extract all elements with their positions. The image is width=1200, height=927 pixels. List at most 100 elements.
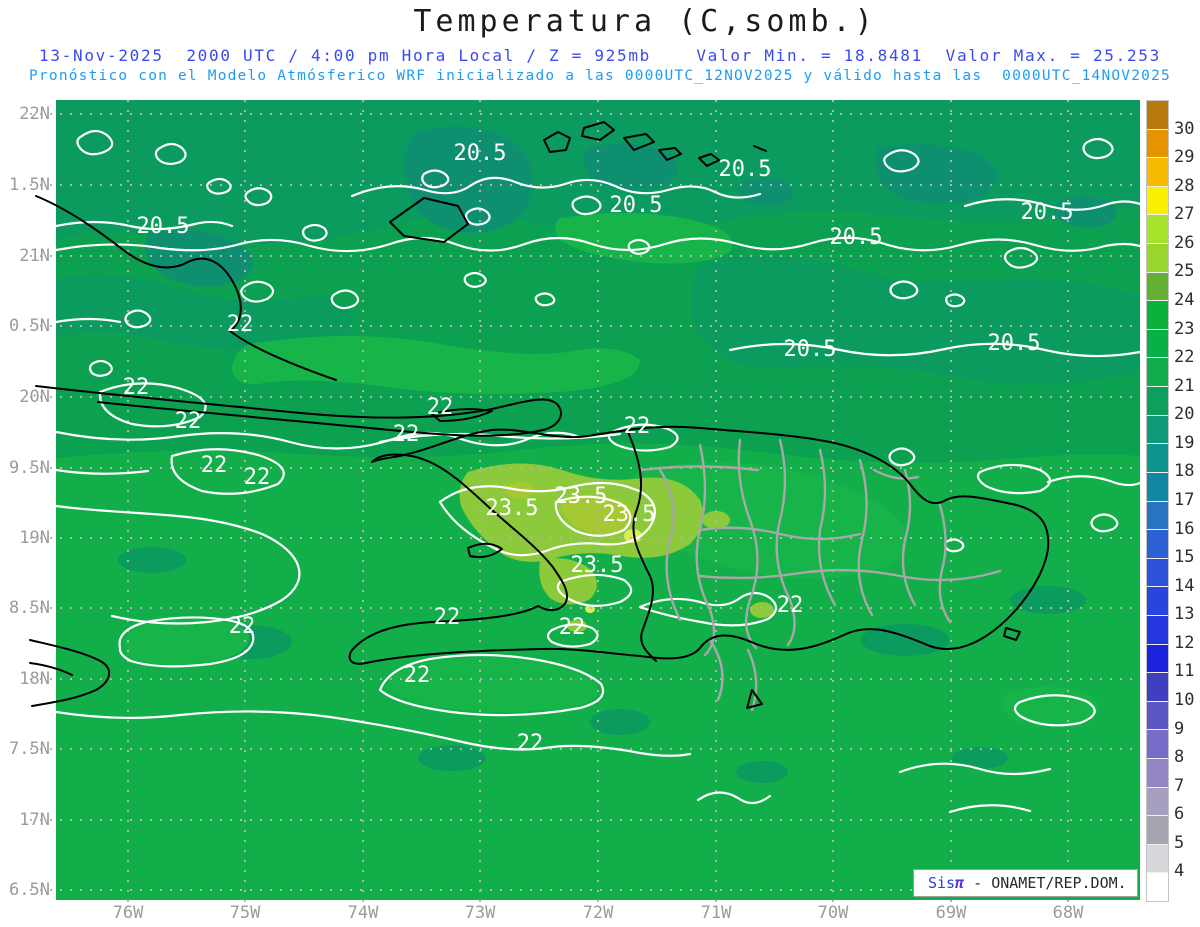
colorbar-swatches	[1146, 100, 1169, 902]
colorbar-tick-label: 10	[1174, 690, 1195, 710]
colorbar-swatch	[1147, 644, 1168, 674]
colorbar-tick-label: 23	[1174, 318, 1195, 339]
contour-label: 22	[559, 615, 586, 640]
colorbar-swatch	[1147, 530, 1168, 559]
credit-sis: Sis	[928, 874, 956, 892]
colorbar-swatch	[1147, 358, 1168, 388]
lon-tick-label: 74W	[347, 903, 379, 923]
colorbar-swatch	[1147, 501, 1168, 531]
colorbar-tick-label: 20	[1174, 404, 1195, 425]
colorbar-tick-label: 6	[1174, 804, 1185, 825]
lon-tick-label: 73W	[464, 903, 496, 923]
colorbar-tick-label: 9	[1174, 718, 1185, 739]
contour-label: 20.5	[719, 157, 772, 182]
contour-label: 22	[517, 731, 544, 756]
contour-label: 23.5	[571, 553, 624, 578]
credit-text: - ONAMET/REP.DOM.	[964, 874, 1127, 892]
colorbar-swatch	[1147, 244, 1168, 273]
weather-map-page: Temperatura (C,somb.) 13-Nov-2025 2000 U…	[0, 0, 1200, 927]
colorbar-swatch	[1147, 415, 1168, 445]
contour-label: 22	[434, 605, 461, 630]
contour-label: 22	[229, 614, 256, 639]
contour-label: 20.5	[137, 214, 190, 239]
colorbar-swatch	[1147, 158, 1168, 187]
colorbar-swatch	[1147, 101, 1168, 130]
colorbar-tick-label: 26	[1174, 232, 1195, 253]
contour-label: 20.5	[454, 141, 507, 166]
colorbar-swatch	[1147, 186, 1168, 216]
colorbar-tick-label: 5	[1174, 832, 1185, 853]
contour-label: 22	[227, 312, 254, 337]
colorbar-tick-label: 18	[1174, 461, 1195, 482]
contour-label: 23.5	[486, 496, 539, 521]
colorbar-swatch	[1147, 129, 1168, 159]
lon-tick-label: 76W	[112, 903, 144, 923]
contour-label: 20.5	[830, 225, 883, 250]
lat-tick-label: 21N	[19, 246, 50, 266]
temperature-map-canvas: 20.5 20.5 20.5 20.5 20.5 20.5 20.5 20.5 22 22 22 22…	[29, 100, 1140, 903]
colorbar-tick-label: 7	[1174, 775, 1185, 796]
colorbar-tick-label: 15	[1174, 547, 1195, 568]
colorbar-swatch	[1147, 301, 1168, 330]
colorbar-tick-label: 11	[1174, 661, 1195, 682]
lon-tick-label: 70W	[817, 903, 849, 923]
lat-tick-label: 6.5N	[9, 880, 50, 900]
colorbar-swatch	[1147, 558, 1168, 588]
contour-label: 22	[175, 409, 202, 434]
contour-label: 23.5	[555, 484, 608, 509]
colorbar-swatch	[1147, 472, 1168, 502]
contour-label: 22	[427, 395, 454, 420]
lon-tick-label: 68W	[1052, 903, 1084, 923]
colorbar-tick-label: 14	[1174, 575, 1195, 596]
colorbar-tick-label: 8	[1174, 747, 1185, 768]
contour-label: 22	[404, 663, 431, 688]
lat-tick-label: 8.5N	[9, 598, 50, 618]
contour-label: 22	[201, 453, 228, 478]
contour-label: 20.5	[610, 193, 663, 218]
lat-tick-label: 1.5N	[9, 175, 50, 195]
colorbar-swatch	[1147, 444, 1168, 473]
contour-label: 20.5	[784, 337, 837, 362]
colorbar-swatch	[1147, 615, 1168, 645]
lat-tick-label: 22N	[19, 104, 50, 124]
colorbar-swatch	[1147, 272, 1168, 302]
contour-label: 23.5	[603, 502, 656, 527]
colorbar-tick-label: 30	[1174, 118, 1195, 139]
credit-box: Sisπ - ONAMET/REP.DOM.	[913, 869, 1138, 897]
colorbar-tick-label: 24	[1174, 290, 1195, 310]
colorbar-swatch	[1147, 873, 1168, 902]
colorbar-swatch	[1147, 759, 1168, 788]
colorbar-tick-label: 17	[1174, 490, 1195, 510]
lat-tick-label: 20N	[19, 387, 50, 407]
colorbar-tick-label: 22	[1174, 347, 1195, 368]
contour-label: 22	[244, 465, 271, 490]
lon-tick-label: 69W	[935, 903, 967, 923]
lat-tick-label: 19N	[19, 528, 50, 548]
colorbar-swatch	[1147, 673, 1168, 702]
lat-tick-label: 9.5N	[9, 458, 50, 478]
colorbar-tick-label: 13	[1174, 604, 1195, 625]
lat-tick-label: 7.5N	[9, 739, 50, 759]
colorbar-tick-label: 28	[1174, 175, 1195, 196]
colorbar-swatch	[1147, 387, 1168, 416]
contour-label: 22	[393, 422, 420, 447]
lat-tick-label: 17N	[19, 810, 50, 830]
colorbar-swatch	[1147, 701, 1168, 731]
lon-tick-label: 72W	[582, 903, 614, 923]
lat-tick-label: 0.5N	[9, 316, 50, 336]
colorbar-tick-label: 4	[1174, 861, 1185, 882]
colorbar-swatch	[1147, 730, 1168, 760]
colorbar-tick-label: 25	[1174, 261, 1195, 282]
lat-tick-label: 18N	[19, 669, 50, 689]
colorbar-tick-label: 16	[1174, 518, 1195, 539]
contour-label: 22	[624, 414, 651, 439]
colorbar-swatch	[1147, 587, 1168, 616]
colorbar-tick-label: 29	[1174, 147, 1195, 168]
colorbar-swatch	[1147, 816, 1168, 845]
colorbar-tick-label: 19	[1174, 432, 1195, 453]
contour-label: 20.5	[1021, 200, 1074, 225]
lon-tick-label: 75W	[229, 903, 261, 923]
colorbar-swatch	[1147, 215, 1168, 245]
colorbar-swatch	[1147, 329, 1168, 359]
contour-label: 22	[123, 375, 150, 400]
